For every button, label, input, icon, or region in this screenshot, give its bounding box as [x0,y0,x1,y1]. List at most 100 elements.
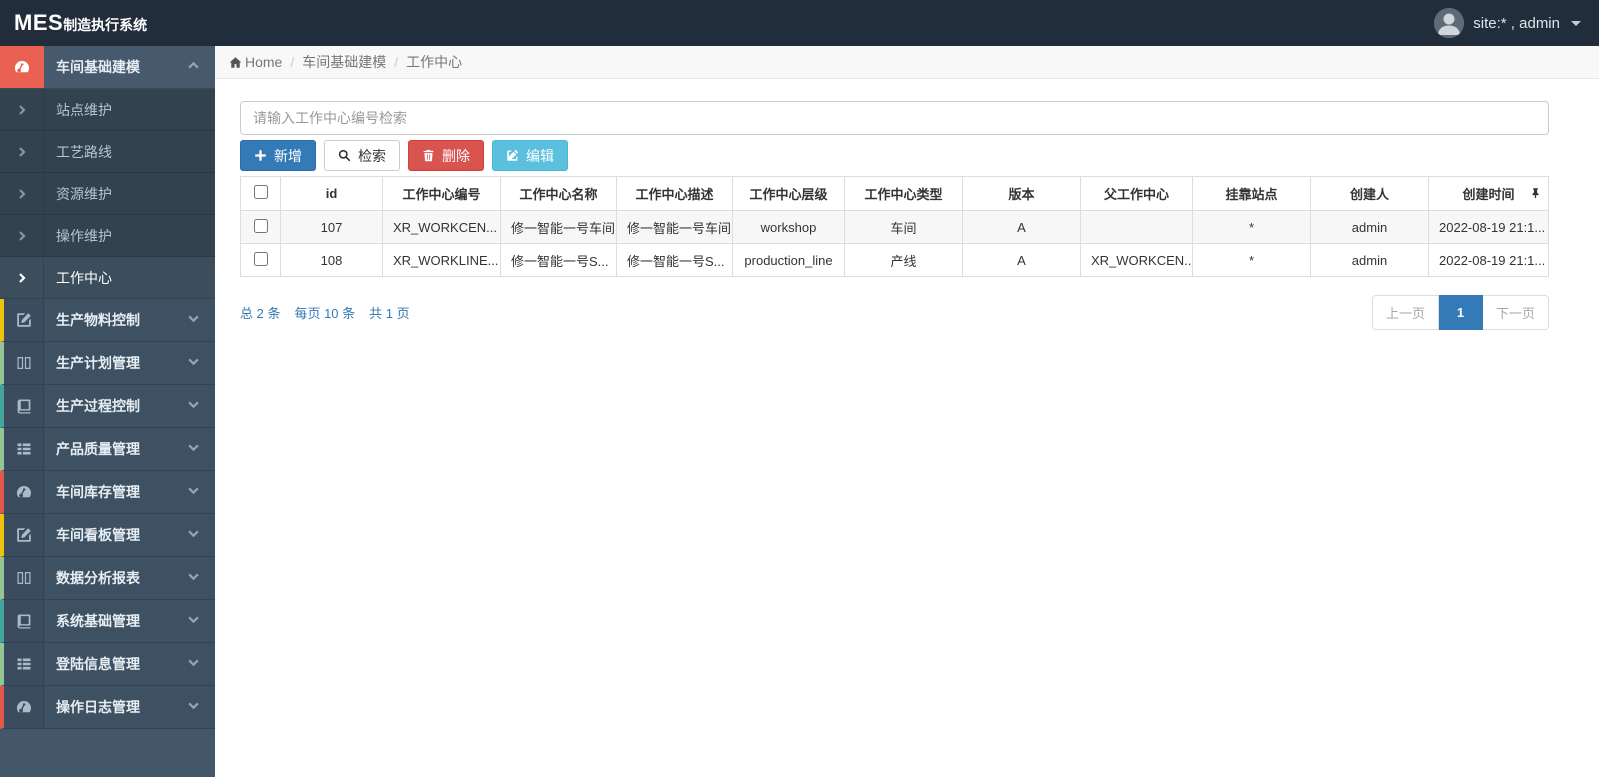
column-header-type[interactable]: 工作中心类型 [844,176,963,211]
sidebar-item-workshop-modeling[interactable]: 车间基础建模 [0,46,215,89]
table-row[interactable]: 108 XR_WORKLINE... 修一智能一号S... 修一智能一号S...… [240,243,1549,277]
column-header-created-time[interactable]: 创建时间 [1428,176,1549,211]
search-icon [338,149,351,162]
subitem-label: 操作维护 [56,227,112,244]
column-header-station[interactable]: 挂靠站点 [1192,176,1311,211]
cell-version: A [962,210,1081,244]
edit-button[interactable]: 编辑 [492,140,568,171]
sidebar-item-label: 生产过程控制 [56,398,140,414]
cell-station: * [1192,210,1311,244]
column-header-code[interactable]: 工作中心编号 [382,176,501,211]
home-icon [229,56,242,69]
breadcrumb-home[interactable]: Home [229,54,282,70]
user-label: site:* , admin [1473,14,1560,32]
cell-version: A [962,243,1081,277]
add-button[interactable]: 新增 [240,140,316,171]
cell-name: 修一智能一号S... [500,243,617,277]
cell-description: 修一智能一号车间 [616,210,733,244]
sidebar-item-kanban-management[interactable]: 车间看板管理 [0,514,215,557]
sidebar-subitem-station-maintenance[interactable]: 站点维护 [0,89,215,131]
sidebar-item-material-control[interactable]: 生产物料控制 [0,299,215,342]
cell-type: 产线 [844,243,963,277]
sidebar-filler [0,729,215,777]
select-all-checkbox[interactable] [253,185,268,199]
column-header-level[interactable]: 工作中心层级 [732,176,845,211]
column-header-description[interactable]: 工作中心描述 [616,176,733,211]
sidebar-item-inventory-management[interactable]: 车间库存管理 [0,471,215,514]
pin-icon[interactable] [1530,186,1541,201]
app-logo: MES 制造执行系统 [14,10,147,36]
book-icon [4,385,44,427]
sidebar-item-label: 数据分析报表 [56,570,140,586]
sidebar-item-label: 操作日志管理 [56,699,140,715]
caret-down-icon [1571,20,1581,26]
add-button-label: 新增 [274,147,302,164]
column-header-parent[interactable]: 父工作中心 [1080,176,1193,211]
columns-icon [4,342,44,384]
page-1-button[interactable]: 1 [1438,295,1483,330]
cell-code: XR_WORKCEN... [382,210,501,244]
sidebar-item-production-planning[interactable]: 生产计划管理 [0,342,215,385]
sidebar-item-process-control[interactable]: 生产过程控制 [0,385,215,428]
chevron-right-icon [0,89,44,130]
chevron-right-icon [0,257,44,298]
column-header-id[interactable]: id [280,176,383,211]
cell-creator: admin [1310,243,1429,277]
chevron-down-icon [188,655,199,673]
cell-level: production_line [732,243,845,277]
chevron-down-icon [188,354,199,372]
subitem-label: 工作中心 [56,269,112,286]
cell-parent [1080,210,1193,244]
cell-created-time: 2022-08-19 21:1... [1428,210,1549,244]
sidebar-item-login-info-management[interactable]: 登陆信息管理 [0,643,215,686]
chevron-down-icon [188,397,199,415]
sidebar-subitem-work-center[interactable]: 工作中心 [0,257,215,299]
trash-icon [422,149,435,162]
summary-pages: 共 1 页 [369,306,410,321]
sidebar-item-label: 车间库存管理 [56,484,140,500]
cell-code: XR_WORKLINE... [382,243,501,277]
row-select-checkbox[interactable] [253,251,268,266]
delete-button[interactable]: 删除 [408,140,484,171]
gauge-icon [4,686,44,728]
search-input[interactable] [240,101,1549,135]
avatar[interactable] [1434,8,1465,38]
next-page-button[interactable]: 下一页 [1482,295,1549,330]
search-button[interactable]: 检索 [324,140,400,171]
subitem-label: 工艺路线 [56,143,112,160]
column-header-creator[interactable]: 创建人 [1310,176,1429,211]
sidebar-item-quality-management[interactable]: 产品质量管理 [0,428,215,471]
chevron-down-icon [188,569,199,587]
chevron-right-icon [0,173,44,214]
sidebar-subitem-resource-maintenance[interactable]: 资源维护 [0,173,215,215]
sidebar-item-label: 生产物料控制 [56,312,140,328]
edit-square-icon [4,299,44,341]
subitem-label: 资源维护 [56,185,112,202]
book-icon [4,600,44,642]
table-row[interactable]: 107 XR_WORKCEN... 修一智能一号车间 修一智能一号车间 work… [240,210,1549,244]
cell-id: 107 [280,210,383,244]
brand-suffix: 制造执行系统 [63,17,148,33]
sidebar-subitem-process-route[interactable]: 工艺路线 [0,131,215,173]
column-header-name[interactable]: 工作中心名称 [500,176,617,211]
row-select-checkbox[interactable] [253,218,268,233]
sidebar-item-data-analysis-reports[interactable]: 数据分析报表 [0,557,215,600]
prev-page-button[interactable]: 上一页 [1371,295,1439,330]
search-button-label: 检索 [358,147,386,164]
record-summary: 总 2 条 每页 10 条 共 1 页 [240,303,410,322]
summary-total: 总 2 条 [240,306,281,321]
column-header-version[interactable]: 版本 [962,176,1081,211]
columns-icon [4,557,44,599]
sidebar-item-label: 产品质量管理 [56,441,140,457]
sidebar-item-system-management[interactable]: 系统基础管理 [0,600,215,643]
sidebar-item-label: 生产计划管理 [56,355,140,371]
sidebar-item-operation-log-management[interactable]: 操作日志管理 [0,686,215,729]
user-menu[interactable]: site:* , admin [1434,8,1581,38]
cell-type: 车间 [844,210,963,244]
cell-created-time: 2022-08-19 21:1... [1428,243,1549,277]
sidebar-subitem-operation-maintenance[interactable]: 操作维护 [0,215,215,257]
summary-per-page: 每页 10 条 [294,306,356,321]
cell-description: 修一智能一号S... [616,243,733,277]
chevron-down-icon [188,526,199,544]
list-footer: 总 2 条 每页 10 条 共 1 页 上一页 1 下一页 [240,295,1549,330]
